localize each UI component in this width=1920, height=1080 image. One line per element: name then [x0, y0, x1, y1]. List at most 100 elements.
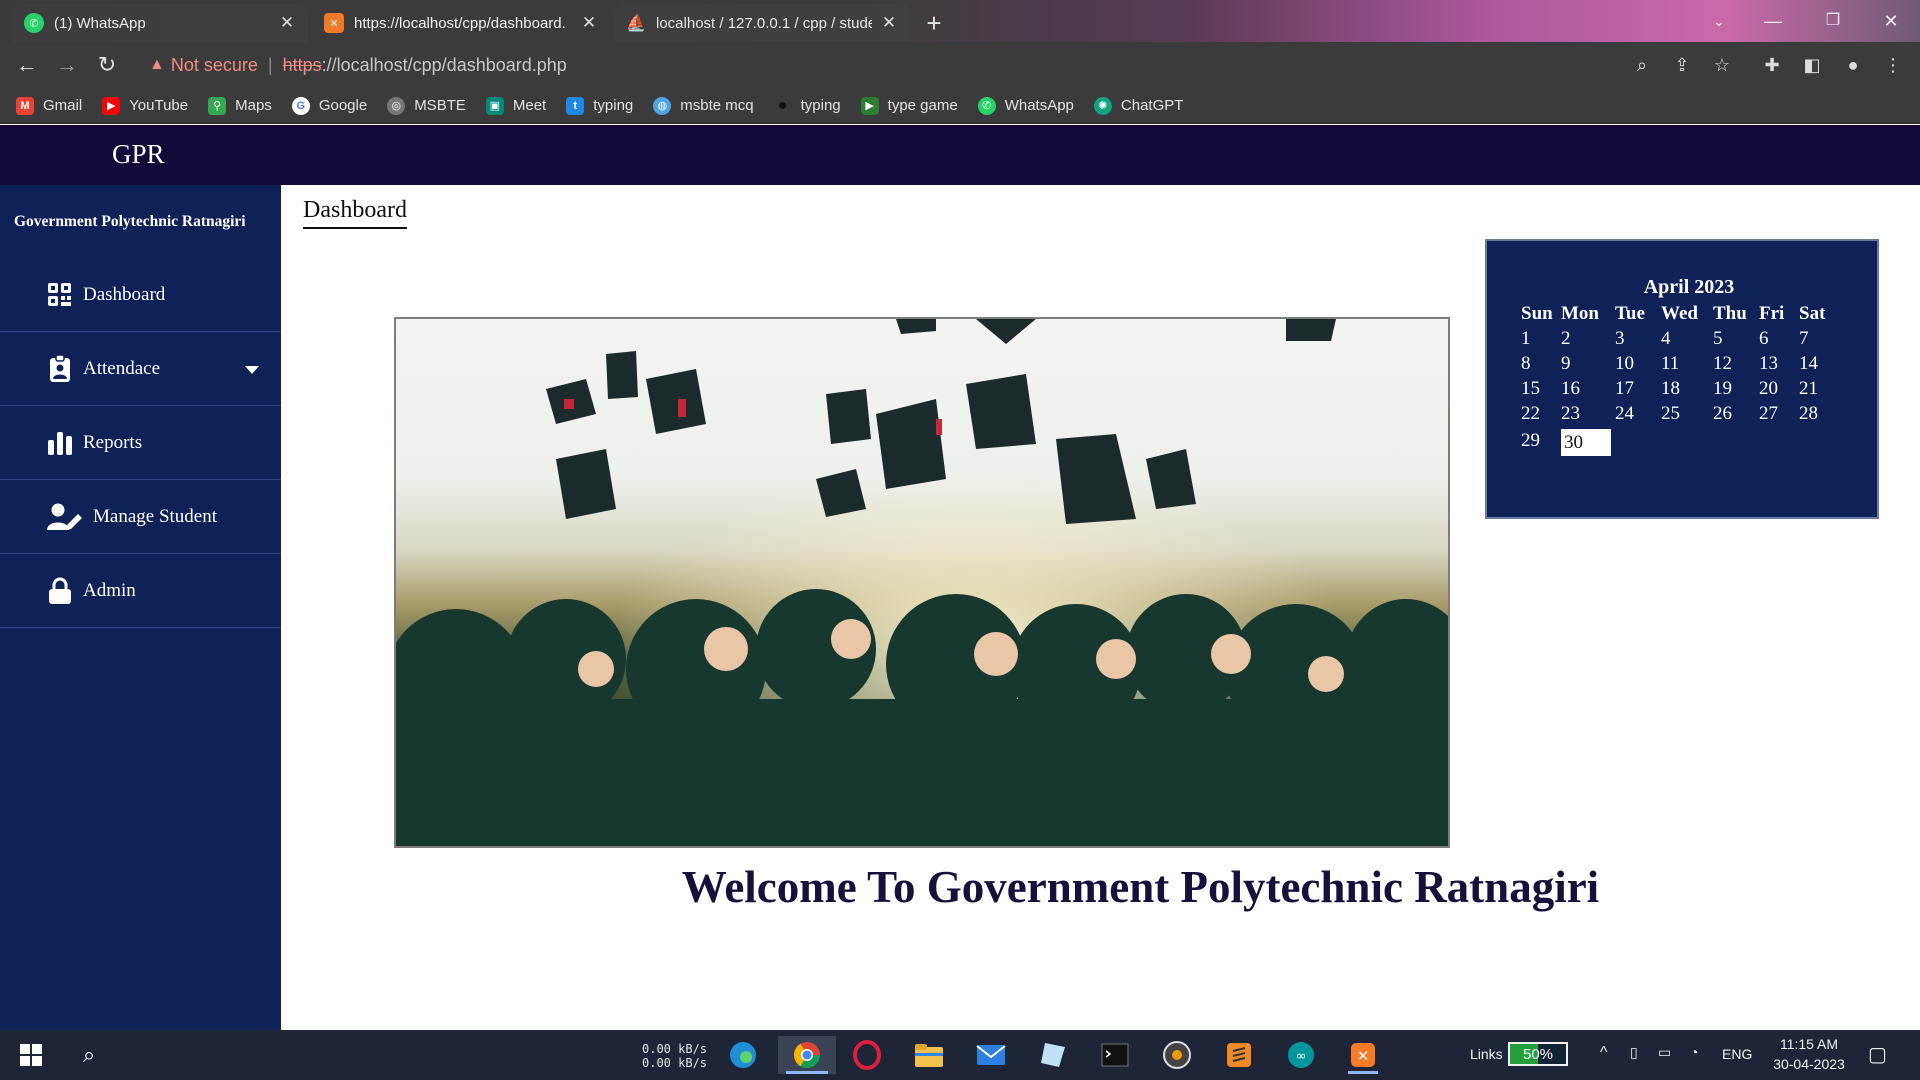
bookmark-item[interactable]: ▶ YouTube: [102, 96, 189, 115]
svg-text:∞: ∞: [1296, 1049, 1307, 1064]
extensions-icon[interactable]: ✚: [1757, 50, 1787, 80]
forward-icon[interactable]: →: [52, 50, 82, 80]
tab-title: (1) WhatsApp: [54, 14, 146, 32]
sidebar: Government Polytechnic Ratnagiri Dashboa…: [0, 185, 281, 1030]
language-indicator[interactable]: ENG: [1722, 1046, 1752, 1062]
close-icon[interactable]: ✕: [580, 13, 598, 33]
profile-avatar[interactable]: ●: [1838, 50, 1868, 80]
edge-icon[interactable]: [720, 1036, 766, 1074]
calendar-day: 12: [1713, 352, 1732, 374]
sidebar-item-admin[interactable]: Admin: [0, 554, 281, 628]
bookmark-item[interactable]: ▶ type game: [860, 96, 958, 115]
sidebar-item-reports[interactable]: Reports: [0, 406, 281, 480]
menu-icon[interactable]: ⋮: [1878, 50, 1908, 80]
battery-meter[interactable]: 50%: [1508, 1042, 1568, 1066]
tab-title: localhost / 127.0.0.1 / cpp / stude: [656, 14, 872, 32]
arduino-icon[interactable]: ∞: [1278, 1036, 1324, 1074]
mail-icon[interactable]: [968, 1036, 1014, 1074]
brand-logo-text[interactable]: GPR: [112, 139, 165, 170]
tab-dashboard[interactable]: ✕ https://localhost/cpp/dashboard. ✕: [312, 4, 610, 42]
calendar-day: 17: [1615, 377, 1634, 399]
restore-button[interactable]: ❐: [1810, 6, 1856, 36]
weekday-header: Wed: [1661, 302, 1698, 324]
wifi-icon[interactable]: ◔: [1690, 1044, 1698, 1060]
calendar-day: 15: [1521, 377, 1540, 399]
notifications-icon[interactable]: ▢: [1868, 1042, 1887, 1067]
whatsapp-icon: ✆: [24, 13, 44, 33]
bookmark-label: msbte mcq: [680, 97, 754, 114]
tab-search-icon[interactable]: ⌄: [1696, 6, 1742, 36]
bookmark-item[interactable]: ◍ msbte mcq: [653, 96, 754, 115]
calendar-day: [1759, 426, 1799, 456]
bookmark-item[interactable]: ● typing: [774, 97, 841, 115]
tab-whatsapp[interactable]: ✆ (1) WhatsApp ✕: [12, 4, 308, 42]
reload-icon[interactable]: ↻: [92, 50, 122, 80]
sidebar-item-dashboard[interactable]: Dashboard: [0, 258, 281, 332]
opera-icon[interactable]: [844, 1036, 890, 1074]
mcq-icon: ◍: [653, 96, 672, 115]
bookmark-item[interactable]: M Gmail: [16, 96, 82, 115]
bookmark-item[interactable]: G Google: [291, 96, 367, 115]
calendar-day: 27: [1759, 402, 1778, 424]
bookmark-item[interactable]: ⚲ Maps: [208, 96, 272, 115]
media-player-icon[interactable]: [1154, 1036, 1200, 1074]
chevron-up-icon[interactable]: ^: [1600, 1044, 1608, 1062]
tab-phpmyadmin[interactable]: ⛵ localhost / 127.0.0.1 / cpp / stude ✕: [614, 4, 910, 42]
clipboard-user-icon: [47, 354, 73, 383]
chevron-down-icon[interactable]: [245, 366, 259, 374]
close-icon[interactable]: ✕: [880, 13, 898, 33]
today-highlight: 30: [1561, 429, 1611, 456]
weekday-header: Sat: [1799, 302, 1826, 324]
clock-date[interactable]: 30-04-2023: [1766, 1056, 1852, 1072]
calendar-day: 29: [1521, 430, 1540, 451]
gmail-icon: M: [16, 96, 34, 115]
window-close-button[interactable]: ✕: [1868, 6, 1914, 36]
calendar-day: 13: [1759, 352, 1778, 374]
calendar-day: 7: [1799, 327, 1809, 349]
links-toolbar-label[interactable]: Links: [1470, 1046, 1503, 1062]
windows-start-icon[interactable]: [8, 1036, 54, 1074]
close-icon[interactable]: ✕: [278, 13, 296, 33]
bookmark-item[interactable]: t typing: [566, 96, 633, 115]
search-icon[interactable]: ⌕: [66, 1036, 112, 1074]
calendar-day: 21: [1799, 377, 1818, 399]
zoom-icon[interactable]: ⌕: [1627, 50, 1657, 80]
chrome-icon[interactable]: [778, 1036, 836, 1074]
bookmark-item[interactable]: ▣ Meet: [485, 96, 546, 115]
calendar-day: 6: [1759, 327, 1769, 349]
bookmark-label: YouTube: [129, 97, 189, 114]
back-icon[interactable]: ←: [12, 50, 42, 80]
bookmark-item[interactable]: ◎ MSBTE: [387, 96, 466, 115]
tab-strip: ✆ (1) WhatsApp ✕ ✕ https://localhost/cpp…: [0, 0, 1920, 42]
msbte-icon: ◎: [387, 96, 406, 115]
user-edit-icon: [47, 503, 83, 531]
battery-icon[interactable]: ▭: [1658, 1044, 1671, 1061]
bookmarks-bar: M Gmail ▶ YouTube ⚲ Maps G Google ◎ MSBTE ▣ Me…: [0, 88, 1920, 124]
address-bar[interactable]: ▲ Not secure | https ://localhost/cpp/da…: [133, 46, 1803, 84]
sublime-text-icon[interactable]: [1216, 1036, 1262, 1074]
new-tab-button[interactable]: +: [917, 7, 951, 41]
network-speed: 0.00 kB/s 0.00 kB/s: [642, 1042, 707, 1070]
bookmark-item[interactable]: ✺ ChatGPT: [1093, 96, 1183, 115]
side-panel-icon[interactable]: ◧: [1797, 50, 1827, 80]
bookmark-label: Maps: [235, 97, 272, 114]
clock-time[interactable]: 11:15 AM: [1776, 1036, 1842, 1052]
meet-icon: ▣: [485, 96, 504, 115]
not-secure-label[interactable]: Not secure: [171, 55, 258, 76]
share-icon[interactable]: ⇪: [1667, 50, 1697, 80]
weekday-header: Fri: [1759, 302, 1785, 324]
sidebar-item-attendance[interactable]: Attendace: [0, 332, 281, 406]
device-icon[interactable]: ▯: [1630, 1044, 1638, 1061]
file-explorer-icon[interactable]: [906, 1036, 952, 1074]
calendar-title: April 2023: [1643, 276, 1735, 298]
calendar-day: 22: [1521, 402, 1540, 424]
xampp-icon[interactable]: ✕: [1340, 1036, 1386, 1074]
notes-app-icon[interactable]: [1030, 1036, 1076, 1074]
terminal-icon[interactable]: [1092, 1036, 1138, 1074]
minimize-button[interactable]: —: [1750, 6, 1796, 36]
bookmark-item[interactable]: ✆ WhatsApp: [977, 96, 1074, 115]
calendar-day: 23: [1561, 402, 1580, 424]
bookmark-star-icon[interactable]: ☆: [1707, 50, 1737, 80]
sidebar-item-manage-student[interactable]: Manage Student: [0, 480, 281, 554]
sidebar-item-label: Reports: [83, 431, 143, 453]
